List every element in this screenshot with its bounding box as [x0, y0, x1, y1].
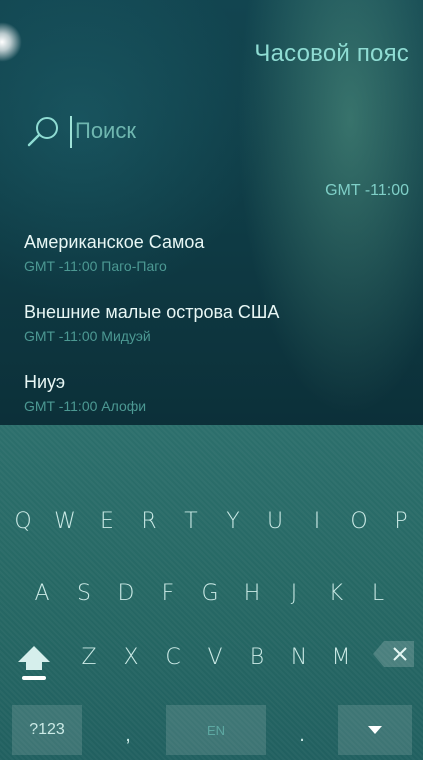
hide-keyboard-key[interactable] — [338, 705, 412, 755]
search-field[interactable] — [26, 112, 396, 152]
timezone-name: Ниуэ — [24, 372, 66, 392]
key-n[interactable]: N — [278, 629, 320, 685]
key-m[interactable]: M — [320, 629, 362, 685]
timezone-detail: GMT -11:00 Алофи — [24, 398, 147, 414]
search-icon[interactable] — [26, 114, 64, 150]
key-u[interactable]: U — [254, 493, 296, 549]
key-x[interactable]: X — [110, 629, 152, 685]
key-c[interactable]: C — [152, 629, 194, 685]
pulley-indicator-glow — [0, 22, 22, 62]
key-b[interactable]: B — [236, 629, 278, 685]
key-w[interactable]: W — [44, 493, 86, 549]
section-header: GMT -11:00 — [325, 182, 409, 199]
search-input[interactable] — [75, 114, 375, 148]
timezone-page: Часовой пояс GMT -11:00 Американское Сам… — [0, 0, 423, 425]
backspace-icon[interactable] — [372, 639, 416, 669]
chevron-down-icon — [368, 726, 382, 734]
key-p[interactable]: P — [380, 493, 422, 549]
timezone-detail: GMT -11:00 Мидуэй — [24, 328, 151, 344]
key-g[interactable]: G — [189, 565, 231, 621]
key-h[interactable]: H — [231, 565, 273, 621]
text-cursor — [70, 116, 72, 148]
key-j[interactable]: J — [273, 565, 315, 621]
timezone-name: Американское Самоа — [24, 232, 205, 252]
timezone-name: Внешние малые острова США — [24, 302, 280, 322]
key-f[interactable]: F — [147, 565, 189, 621]
key-t[interactable]: T — [170, 493, 212, 549]
key-y[interactable]: Y — [212, 493, 254, 549]
comma-key[interactable]: , — [108, 710, 148, 760]
virtual-keyboard: Q W E R T Y U I O P A S D F G H J K L Z … — [0, 425, 423, 760]
period-key[interactable]: . — [282, 710, 322, 760]
space-key[interactable]: EN — [166, 705, 266, 755]
key-q[interactable]: Q — [2, 493, 44, 549]
key-d[interactable]: D — [105, 565, 147, 621]
key-k[interactable]: K — [315, 565, 357, 621]
key-e[interactable]: E — [86, 493, 128, 549]
key-s[interactable]: S — [63, 565, 105, 621]
key-o[interactable]: O — [338, 493, 380, 549]
key-z[interactable]: Z — [68, 629, 110, 685]
shift-icon[interactable] — [14, 640, 54, 684]
key-r[interactable]: R — [128, 493, 170, 549]
page-title: Часовой пояс — [254, 40, 409, 67]
key-v[interactable]: V — [194, 629, 236, 685]
list-item[interactable]: Внешние малые острова США GMT -11:00 Мид… — [24, 300, 404, 370]
key-l[interactable]: L — [357, 565, 399, 621]
timezone-list: Американское Самоа GMT -11:00 Паго-Паго … — [24, 230, 404, 425]
list-item[interactable]: Ниуэ GMT -11:00 Алофи — [24, 370, 404, 425]
key-a[interactable]: A — [21, 565, 63, 621]
key-i[interactable]: I — [296, 493, 338, 549]
symbols-key[interactable]: ?123 — [12, 705, 82, 755]
list-item[interactable]: Американское Самоа GMT -11:00 Паго-Паго — [24, 230, 404, 300]
timezone-detail: GMT -11:00 Паго-Паго — [24, 258, 167, 274]
